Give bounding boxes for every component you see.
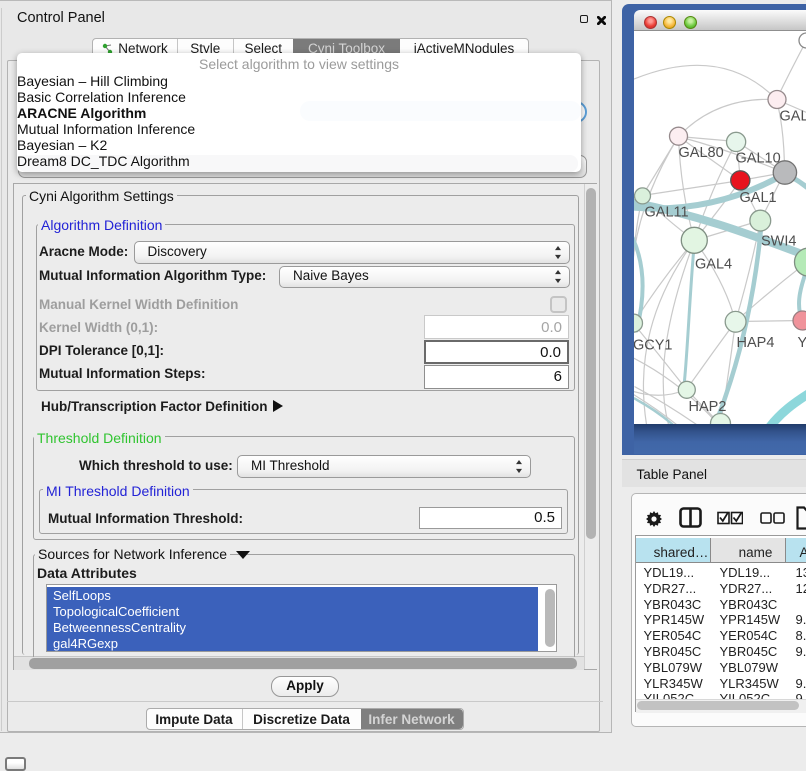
svg-text:HAP4: HAP4 xyxy=(736,335,774,351)
svg-text:GAL4: GAL4 xyxy=(695,256,732,272)
svg-text:SWI4: SWI4 xyxy=(761,233,796,249)
svg-text:GAL80: GAL80 xyxy=(678,145,723,161)
svg-text:GAL: GAL xyxy=(779,108,806,124)
svg-text:GAL11: GAL11 xyxy=(644,204,688,220)
svg-text:GCY1: GCY1 xyxy=(634,337,673,353)
svg-text:GAL10: GAL10 xyxy=(735,150,780,166)
svg-text:GAL1: GAL1 xyxy=(739,190,776,206)
svg-text:Y: Y xyxy=(797,335,806,351)
svg-text:HAP2: HAP2 xyxy=(688,399,726,415)
